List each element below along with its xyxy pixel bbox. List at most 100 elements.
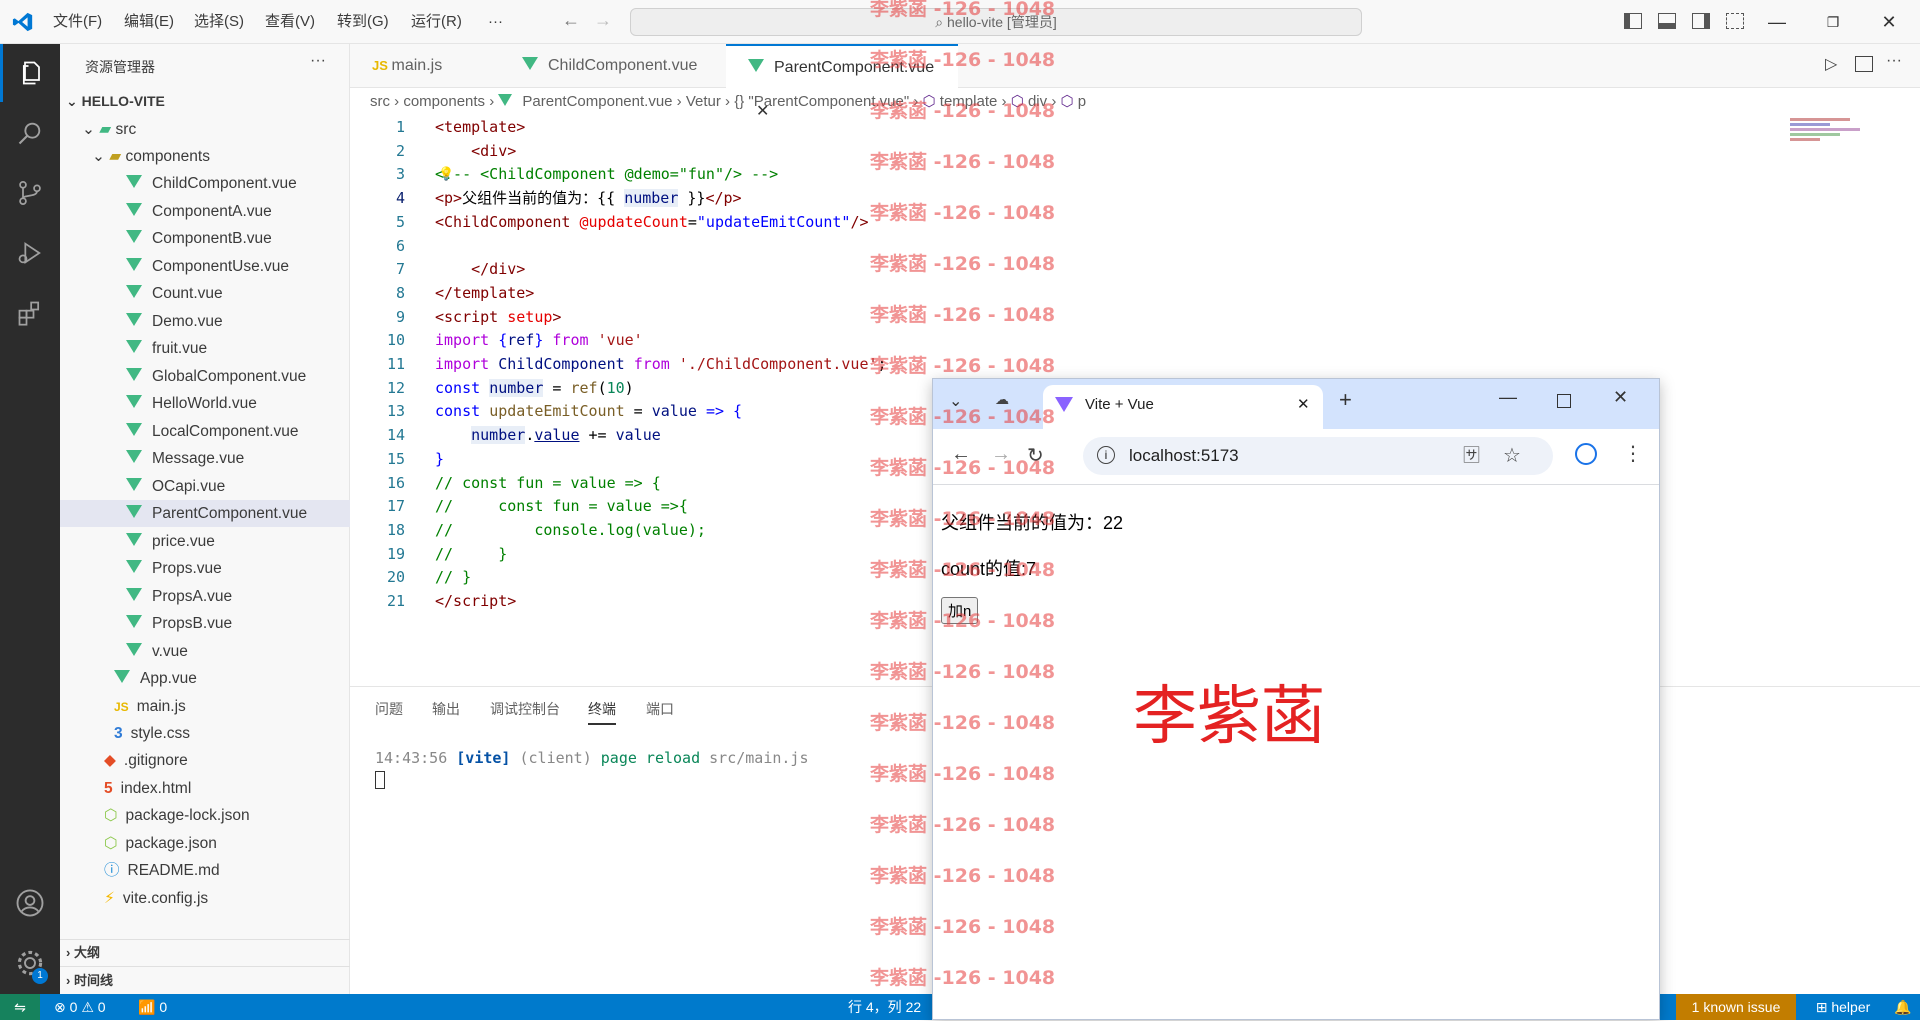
menu-selection[interactable]: 选择(S): [194, 0, 244, 44]
translate-icon[interactable]: 🈂: [1463, 437, 1480, 475]
source-control-icon[interactable]: [0, 164, 60, 222]
menu-file[interactable]: 文件(F): [53, 0, 102, 44]
toggle-sidebar-icon[interactable]: [1624, 13, 1642, 29]
problems-indicator[interactable]: ⊗ 0 ⚠ 0: [54, 994, 106, 1020]
forward-arrow-icon[interactable]: →: [594, 10, 612, 31]
minimize-icon[interactable]: —: [1754, 0, 1800, 44]
restore-icon[interactable]: ❐: [1810, 0, 1856, 44]
menu-edit[interactable]: 编辑(E): [124, 0, 174, 44]
file-item[interactable]: ◆ .gitignore: [104, 747, 188, 774]
profile-icon[interactable]: [1575, 443, 1597, 465]
helper-label: helper: [1831, 999, 1871, 1015]
file-item[interactable]: ⬡ package-lock.json: [104, 802, 250, 829]
tab-debug-console[interactable]: 调试控制台: [490, 687, 560, 731]
tab-ports[interactable]: 端口: [646, 687, 674, 731]
file-item[interactable]: PropsA.vue: [60, 583, 350, 610]
file-item[interactable]: ⬡ package.json: [104, 830, 217, 857]
ports-indicator[interactable]: 📶 0: [138, 994, 167, 1020]
timeline-section[interactable]: › 时间线: [66, 967, 113, 994]
file-item[interactable]: App.vue: [114, 665, 197, 692]
watermark-text: 李紫菡 -126 - 1048: [870, 100, 1056, 122]
file-item[interactable]: ComponentB.vue: [60, 225, 350, 252]
lightbulb-icon[interactable]: 💡: [438, 166, 454, 182]
menu-go[interactable]: 转到(G): [337, 0, 389, 44]
minimap[interactable]: [1790, 116, 1880, 156]
breadcrumb-components[interactable]: components: [403, 93, 485, 110]
editor-more-icon[interactable]: ···: [1886, 52, 1902, 70]
breadcrumb-vetur[interactable]: Vetur: [686, 93, 721, 110]
menu-view[interactable]: 查看(V): [265, 0, 315, 44]
breadcrumb-src[interactable]: src: [370, 93, 390, 110]
file-item[interactable]: OCapi.vue: [60, 473, 350, 500]
browser-minimize-icon[interactable]: —: [1499, 387, 1517, 408]
helper-status[interactable]: ⊞ helper: [1800, 994, 1886, 1020]
file-item[interactable]: price.vue: [60, 528, 350, 555]
terminal-output[interactable]: 14:43:56 [vite] (client) page reload src…: [375, 749, 809, 767]
file-item[interactable]: GlobalComponent.vue: [60, 363, 350, 390]
project-root[interactable]: ⌄ HELLO-VITE: [66, 88, 165, 115]
breadcrumb-file[interactable]: ParentComponent.vue: [522, 93, 672, 110]
toggle-secondary-sidebar-icon[interactable]: [1692, 13, 1710, 29]
file-item[interactable]: JS main.js: [114, 693, 186, 720]
run-debug-icon[interactable]: [0, 224, 60, 282]
menu-run[interactable]: 运行(R): [411, 0, 462, 44]
vue-file-icon: [126, 257, 142, 271]
explorer-icon[interactable]: [0, 44, 60, 102]
remote-icon[interactable]: ⇋: [0, 994, 40, 1020]
browser-maximize-icon[interactable]: [1557, 394, 1571, 408]
explorer-sidebar: 资源管理器 ··· ⌄ HELLO-VITE ⌄ ▰ src ⌄ ▰ compo…: [60, 44, 350, 994]
breadcrumb-p[interactable]: p: [1078, 93, 1086, 110]
file-item[interactable]: ⚡ vite.config.js: [104, 885, 208, 912]
folder-components[interactable]: ⌄ ▰ components: [92, 143, 210, 170]
file-item[interactable]: ⓘ README.md: [104, 857, 220, 884]
file-item[interactable]: 3 style.css: [114, 720, 190, 747]
file-item[interactable]: HelloWorld.vue: [60, 390, 350, 417]
tab-main-js[interactable]: JS main.js: [350, 44, 500, 88]
folder-src[interactable]: ⌄ ▰ src: [82, 116, 136, 143]
extensions-icon[interactable]: [0, 284, 60, 342]
run-file-icon[interactable]: ▷: [1825, 54, 1837, 74]
toggle-panel-icon[interactable]: [1658, 13, 1676, 29]
file-item[interactable]: Props.vue: [60, 555, 350, 582]
code-line: <!-- <ChildComponent @demo="fun"/> -->: [435, 165, 779, 184]
file-item[interactable]: Demo.vue: [60, 308, 350, 335]
file-item[interactable]: fruit.vue: [60, 335, 350, 362]
address-bar[interactable]: i localhost:5173 🈂 ☆: [1083, 437, 1553, 475]
search-icon[interactable]: [0, 104, 60, 162]
file-item[interactable]: ComponentA.vue: [60, 198, 350, 225]
tab-problems[interactable]: 问题: [375, 687, 403, 731]
account-icon[interactable]: [0, 874, 60, 932]
menu-more[interactable]: ···: [488, 0, 503, 44]
file-item[interactable]: 5 index.html: [104, 775, 191, 802]
cursor-position[interactable]: 行 4，列 22: [848, 994, 921, 1020]
customize-layout-icon[interactable]: [1726, 13, 1744, 29]
known-issue-badge[interactable]: 1 known issue: [1676, 994, 1796, 1020]
tab-output[interactable]: 输出: [432, 687, 460, 731]
file-item[interactable]: Message.vue: [60, 445, 350, 472]
bookmark-star-icon[interactable]: ☆: [1503, 437, 1521, 475]
more-actions-icon[interactable]: ···: [310, 52, 326, 70]
browser-menu-icon[interactable]: ⋮: [1623, 441, 1643, 466]
notifications-icon[interactable]: 🔔: [1894, 994, 1911, 1020]
close-icon[interactable]: ✕: [1866, 0, 1912, 44]
browser-close-icon[interactable]: ✕: [1613, 387, 1628, 408]
new-tab-icon[interactable]: +: [1339, 387, 1352, 413]
file-item[interactable]: Count.vue: [60, 280, 350, 307]
file-item[interactable]: ParentComponent.vue: [60, 500, 350, 527]
file-label: GlobalComponent.vue: [152, 367, 307, 385]
browser-tab[interactable]: Vite + Vue ✕: [1043, 385, 1323, 429]
outline-section[interactable]: › 大纲: [66, 939, 100, 966]
file-label: package-lock.json: [125, 807, 250, 824]
file-item[interactable]: LocalComponent.vue: [60, 418, 350, 445]
site-info-icon[interactable]: i: [1097, 446, 1115, 464]
back-arrow-icon[interactable]: ←: [562, 10, 580, 31]
browser-tab-close-icon[interactable]: ✕: [1297, 385, 1310, 425]
file-item[interactable]: ChildComponent.vue: [60, 170, 350, 197]
split-editor-icon[interactable]: [1855, 56, 1873, 72]
file-item[interactable]: PropsB.vue: [60, 610, 350, 637]
settings-gear-icon[interactable]: 1: [0, 934, 60, 992]
tab-terminal[interactable]: 终端: [588, 687, 616, 725]
file-item[interactable]: v.vue: [60, 638, 350, 665]
file-item[interactable]: ComponentUse.vue: [60, 253, 350, 280]
tab-child-component[interactable]: ChildComponent.vue: [500, 44, 726, 88]
